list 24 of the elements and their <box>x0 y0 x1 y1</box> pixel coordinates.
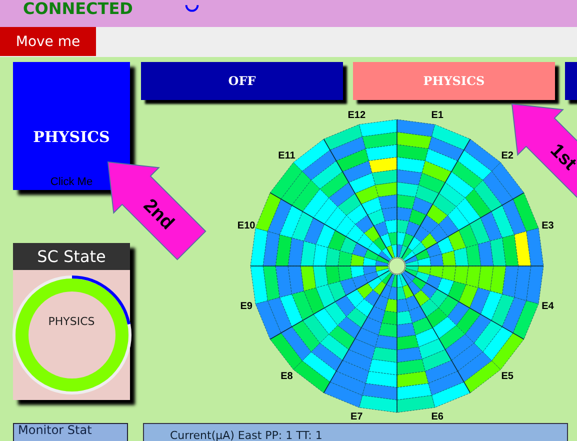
sector-label: E11 <box>278 150 296 162</box>
sector-label: E2 <box>501 150 514 162</box>
sector-label: E7 <box>350 411 363 422</box>
sector-label: E12 <box>348 110 366 121</box>
connection-status: CONNECTED <box>23 0 133 17</box>
monitor-panel-title: Monitor Stat <box>13 423 128 441</box>
move-button[interactable]: Move me <box>0 27 96 56</box>
panel-title: SC State <box>13 243 130 270</box>
state-text: PHYSICS <box>47 315 96 328</box>
sector-label: E1 <box>431 110 444 121</box>
sector-label: E6 <box>431 411 444 422</box>
tile-hint: Click Me <box>49 176 94 189</box>
arrow-label: 1st <box>546 140 577 174</box>
arrow-label: 2nd <box>139 195 178 234</box>
sector-label: E10 <box>237 220 256 232</box>
current-label: Current(µA) East PP: 1 TT: 1 <box>170 430 322 441</box>
tile-label: PHYSICS <box>32 128 111 146</box>
mode-tile[interactable]: PHYSICS Click Me <box>13 62 130 190</box>
sector-label: E5 <box>501 370 514 382</box>
mode-button[interactable]: OFF <box>141 62 343 100</box>
sector-label: E3 <box>542 220 554 232</box>
sector-label: E4 <box>542 301 554 312</box>
sector-label: E9 <box>240 301 252 312</box>
sector-label: E8 <box>280 370 293 382</box>
